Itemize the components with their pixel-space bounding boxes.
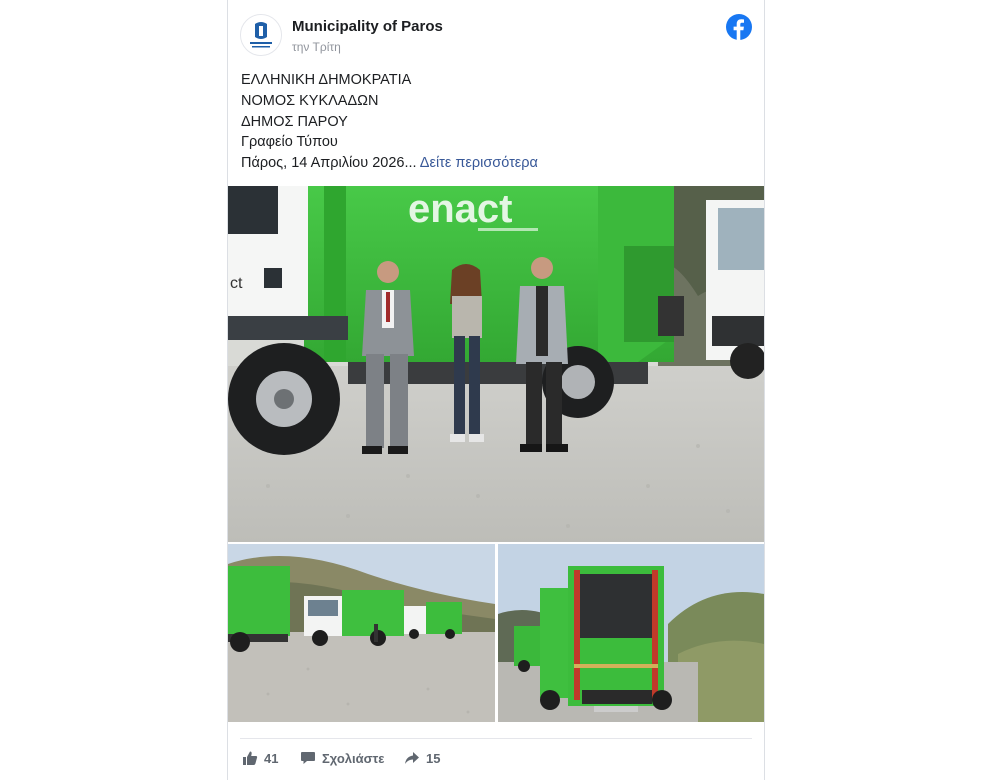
page-avatar[interactable] bbox=[240, 14, 282, 56]
post-text-line: Γραφείο Τύπου bbox=[241, 134, 338, 151]
thumbs-up-icon bbox=[243, 751, 258, 765]
photo-truck-rear-image bbox=[498, 544, 764, 722]
comment-button[interactable]: Σχολιάστε bbox=[300, 748, 384, 768]
post-timestamp[interactable]: την Τρίτη bbox=[292, 40, 341, 54]
facebook-post-card: Municipality of Paros την Τρίτη ΕΛΛΗΝΙΚΗ… bbox=[227, 0, 765, 780]
comment-label: Σχολιάστε bbox=[322, 750, 385, 766]
post-actions-bar: 41 Σχολιάστε 15 bbox=[228, 740, 764, 776]
like-button[interactable]: 41 bbox=[242, 748, 278, 768]
actions-divider bbox=[240, 738, 752, 739]
post-text-line: ΔΗΜΟΣ ΠΑΡΟΥ bbox=[241, 113, 348, 130]
main-photo-image: ct enact bbox=[228, 186, 764, 542]
truck-brand-text: enact bbox=[408, 187, 513, 231]
post-text-line: ΝΟΜΟΣ ΚΥΚΛΑΔΩΝ bbox=[241, 92, 379, 109]
cab-brand-text: ct bbox=[230, 275, 243, 292]
post-header: Municipality of Paros την Τρίτη bbox=[228, 0, 764, 64]
share-button[interactable]: 15 bbox=[404, 748, 440, 768]
municipality-logo-icon bbox=[241, 15, 281, 55]
page-name[interactable]: Municipality of Paros bbox=[292, 18, 443, 35]
post-text-line: Πάρος, 14 Απριλίου 2026... bbox=[241, 155, 417, 172]
post-text: ΕΛΛΗΝΙΚΗ ΔΗΜΟΚΡΑΤΙΑ ΝΟΜΟΣ ΚΥΚΛΑΔΩΝ ΔΗΜΟΣ… bbox=[241, 70, 752, 174]
comment-icon bbox=[301, 752, 315, 764]
share-count: 15 bbox=[426, 750, 441, 766]
see-more-link[interactable]: Δείτε περισσότερα bbox=[420, 155, 538, 171]
share-arrow-icon bbox=[405, 752, 419, 764]
photo-truck-rear[interactable] bbox=[498, 544, 764, 722]
post-text-line: ΕΛΛΗΝΙΚΗ ΔΗΜΟΚΡΑΤΙΑ bbox=[241, 72, 412, 88]
post-text-last-line: Πάρος, 14 Απριλίου 2026... Δείτε περισσό… bbox=[241, 153, 752, 174]
main-photo[interactable]: ct enact bbox=[228, 186, 764, 542]
photo-trucks-lineup[interactable] bbox=[228, 544, 495, 722]
like-count: 41 bbox=[264, 750, 279, 766]
facebook-logo-icon[interactable] bbox=[726, 14, 752, 40]
photo-trucks-lineup-image bbox=[228, 544, 495, 722]
